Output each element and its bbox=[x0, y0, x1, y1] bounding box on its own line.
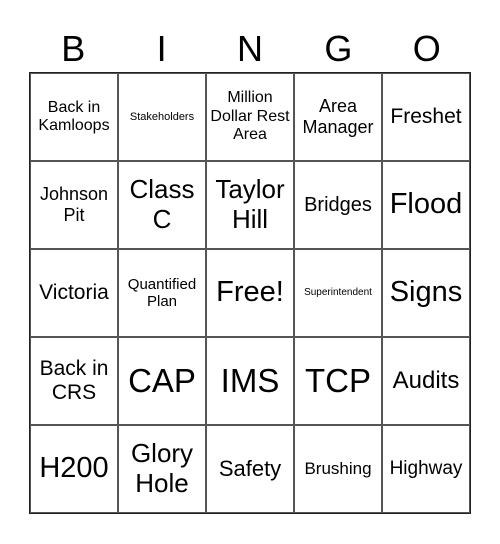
bingo-cell[interactable]: IMS bbox=[206, 337, 294, 425]
bingo-cell[interactable]: Quantified Plan bbox=[118, 249, 206, 337]
bingo-header: B I N G O bbox=[29, 22, 471, 72]
bingo-cell[interactable]: Brushing bbox=[294, 425, 382, 513]
bingo-cell[interactable]: Taylor Hill bbox=[206, 161, 294, 249]
bingo-cell[interactable]: Johnson Pit bbox=[30, 161, 118, 249]
bingo-cell[interactable]: Stakeholders bbox=[118, 73, 206, 161]
bingo-cell[interactable]: Class C bbox=[118, 161, 206, 249]
bingo-cell[interactable]: Freshet bbox=[382, 73, 470, 161]
bingo-cell[interactable]: TCP bbox=[294, 337, 382, 425]
bingo-cell[interactable]: Flood bbox=[382, 161, 470, 249]
bingo-board: Back in Kamloops Stakeholders Million Do… bbox=[29, 72, 471, 514]
bingo-cell[interactable]: Audits bbox=[382, 337, 470, 425]
header-letter-o: O bbox=[412, 28, 441, 69]
bingo-cell[interactable]: Superintendent bbox=[294, 249, 382, 337]
header-letter-n: N bbox=[236, 28, 263, 69]
bingo-cell[interactable]: H200 bbox=[30, 425, 118, 513]
bingo-cell[interactable]: Glory Hole bbox=[118, 425, 206, 513]
bingo-cell[interactable]: Victoria bbox=[30, 249, 118, 337]
bingo-cell[interactable]: CAP bbox=[118, 337, 206, 425]
header-letter-b: B bbox=[61, 28, 86, 69]
free-space-cell[interactable]: Free! bbox=[206, 249, 294, 337]
bingo-cell[interactable]: Back in CRS bbox=[30, 337, 118, 425]
bingo-cell[interactable]: Bridges bbox=[294, 161, 382, 249]
bingo-cell[interactable]: Back in Kamloops bbox=[30, 73, 118, 161]
bingo-cell[interactable]: Million Dollar Rest Area bbox=[206, 73, 294, 161]
bingo-cell[interactable]: Safety bbox=[206, 425, 294, 513]
header-letter-g: G bbox=[324, 28, 353, 69]
header-letter-i: I bbox=[156, 28, 167, 69]
bingo-cell[interactable]: Signs bbox=[382, 249, 470, 337]
bingo-cell[interactable]: Area Manager bbox=[294, 73, 382, 161]
bingo-cell[interactable]: Highway bbox=[382, 425, 470, 513]
